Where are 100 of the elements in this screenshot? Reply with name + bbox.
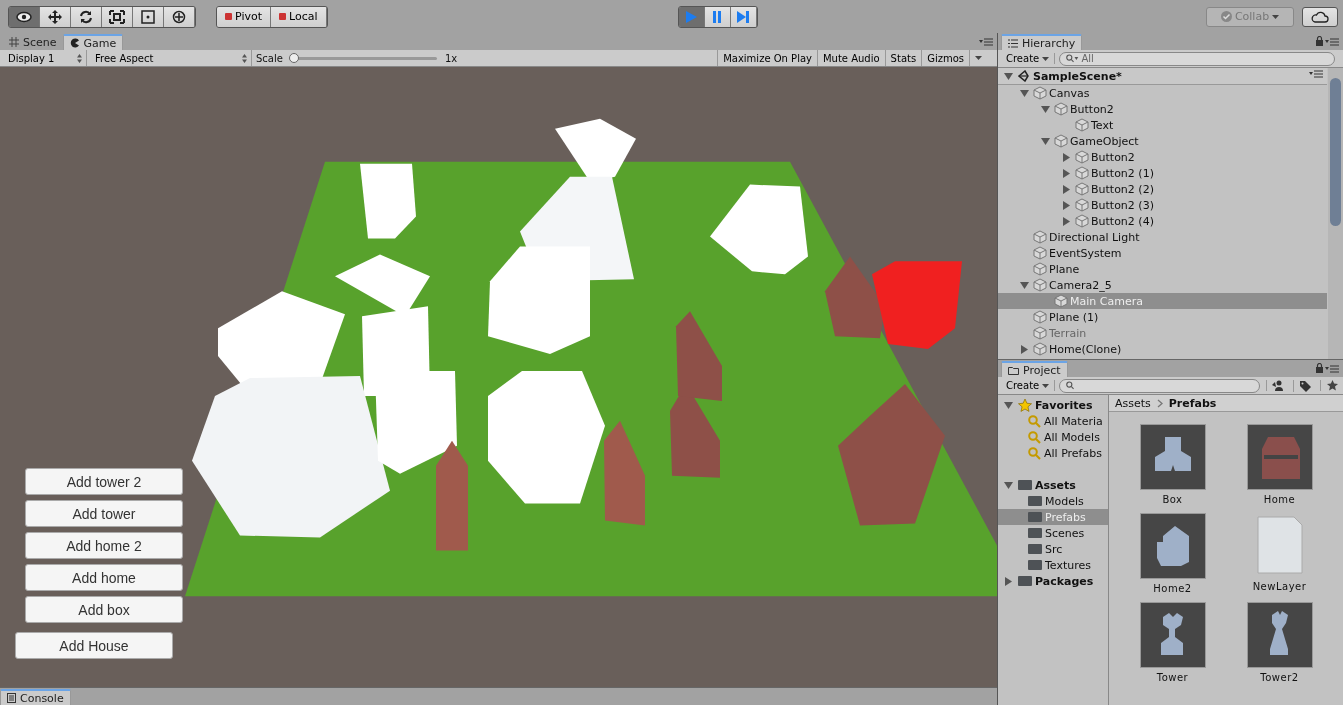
game-option-button[interactable]: Mute Audio [816, 50, 885, 66]
hierarchy-item[interactable]: Home(Clone) [998, 341, 1327, 357]
favorite-item[interactable]: All Prefabs [998, 445, 1108, 461]
hierarchy-item[interactable]: Plane (1) [998, 309, 1327, 325]
hierarchy-item[interactable]: GameObject [998, 133, 1327, 149]
breadcrumb-item[interactable]: Assets [1115, 396, 1151, 410]
hierarchy-item[interactable]: Camera2_5 [998, 277, 1327, 293]
display-dropdown[interactable]: Display 1 [0, 50, 87, 66]
hierarchy-item[interactable]: Button2 (4) [998, 213, 1327, 229]
hierarchy-item[interactable]: Button2 [998, 101, 1327, 117]
play-icon [684, 9, 699, 24]
game-option-button[interactable]: Stats [884, 50, 922, 66]
game-option-button[interactable]: Maximize On Play [717, 50, 817, 66]
folder-item[interactable]: Textures [998, 557, 1108, 573]
collapsed-arrow-icon[interactable] [1062, 216, 1071, 226]
star-icon[interactable] [1326, 380, 1338, 391]
expanded-arrow-icon[interactable] [1041, 104, 1050, 114]
hierarchy-item[interactable]: Canvas [998, 85, 1327, 101]
step-button[interactable] [730, 6, 757, 27]
pivot-button[interactable]: Pivot [217, 6, 271, 27]
tool-button[interactable] [71, 6, 102, 27]
tool-button[interactable] [40, 6, 71, 27]
hierarchy-item[interactable]: Button2 (3) [998, 197, 1327, 213]
favorites-item[interactable]: Favorites [998, 397, 1108, 413]
menu-icon[interactable] [979, 38, 993, 46]
lock-menu-icon[interactable] [1315, 36, 1339, 46]
expanded-arrow-icon[interactable] [1020, 88, 1029, 98]
tool-button[interactable] [133, 6, 164, 27]
scale-slider[interactable] [288, 56, 437, 60]
search-field[interactable] [1059, 378, 1260, 393]
collapsed-arrow-icon[interactable] [1062, 152, 1071, 162]
list-icon [1008, 38, 1018, 48]
hierarchy-item[interactable]: Text [998, 117, 1327, 133]
scrollbar-thumb[interactable] [1330, 78, 1341, 226]
hierarchy-item[interactable]: Button2 (2) [998, 181, 1327, 197]
asset-item[interactable]: NewLayer [1226, 513, 1333, 594]
expanded-arrow-icon[interactable] [1004, 480, 1013, 490]
collapsed-arrow-icon[interactable] [1062, 168, 1071, 178]
asset-item[interactable]: Tower2 [1226, 602, 1333, 683]
caret-icon [975, 56, 982, 60]
scale-value: 1x [444, 52, 458, 64]
favorite-item[interactable]: All Models [998, 429, 1108, 445]
slider-thumb[interactable] [288, 52, 299, 63]
game-ui-button[interactable]: Add House [15, 632, 173, 659]
breadcrumb-item[interactable]: Prefabs [1168, 396, 1217, 410]
favorite-item[interactable]: All Materia [998, 413, 1108, 429]
packages-folder[interactable]: Packages [998, 573, 1108, 589]
collapsed-arrow-icon[interactable] [1062, 200, 1071, 210]
pacman-icon [69, 38, 80, 48]
expanded-arrow-icon[interactable] [1020, 280, 1029, 290]
collapsed-arrow-icon[interactable] [1020, 344, 1029, 354]
hierarchy-item[interactable]: Directional Light [998, 229, 1327, 245]
local-button[interactable]: Local [271, 6, 327, 27]
panel-tab[interactable]: Game [62, 34, 124, 50]
expanded-arrow-icon[interactable] [1004, 71, 1013, 81]
tool-button[interactable] [164, 6, 195, 27]
folder-item[interactable]: Scenes [998, 525, 1108, 541]
game-ui-button[interactable]: Add home 2 [25, 532, 183, 559]
menu-icon[interactable] [1309, 70, 1323, 78]
filter-by-type-icon[interactable] [1272, 380, 1284, 391]
tool-button[interactable] [9, 6, 40, 27]
assets-folder[interactable]: Assets [998, 477, 1108, 493]
project-tab[interactable]: Project [1001, 361, 1068, 377]
expanded-arrow-icon[interactable] [1004, 400, 1013, 410]
create-dropdown[interactable]: Create [1001, 53, 1056, 64]
game-ui-button[interactable]: Add box [25, 596, 183, 623]
create-dropdown[interactable]: Create [1001, 380, 1056, 391]
console-tab[interactable]: Console [0, 689, 71, 705]
asset-item[interactable]: Home [1226, 424, 1333, 505]
aspect-dropdown[interactable]: Free Aspect [87, 50, 252, 66]
expanded-arrow-icon[interactable] [1041, 136, 1050, 146]
game-option-button[interactable]: Gizmos [921, 50, 969, 66]
search-field[interactable]: All [1059, 51, 1335, 66]
game-ui-button[interactable]: Add tower 2 [25, 468, 183, 495]
asset-item[interactable]: Tower [1119, 602, 1226, 683]
search-icon [1028, 414, 1041, 428]
cloud-button[interactable] [1302, 6, 1338, 27]
folder-item[interactable]: Models [998, 493, 1108, 509]
search-icon [1066, 54, 1080, 63]
folder-icon [1018, 480, 1032, 490]
hierarchy-tab[interactable]: Hierarchy [1001, 34, 1083, 50]
collapsed-arrow-icon[interactable] [1004, 576, 1013, 586]
hierarchy-item[interactable]: Plane [998, 261, 1327, 277]
pause-button[interactable] [704, 6, 731, 27]
hierarchy-item[interactable]: Button2 (1) [998, 165, 1327, 181]
folder-item[interactable]: Src [998, 541, 1108, 557]
game-ui-button[interactable]: Add home [25, 564, 183, 591]
asset-thumbnail [1139, 602, 1206, 668]
caret-icon [1042, 56, 1050, 61]
asset-item[interactable]: Box [1119, 424, 1226, 505]
lock-menu-icon[interactable] [1315, 363, 1339, 373]
panel-tab[interactable]: Scene [3, 34, 63, 50]
tool-button[interactable] [102, 6, 133, 27]
collapsed-arrow-icon[interactable] [1062, 184, 1071, 194]
hierarchy-item[interactable]: Button2 [998, 149, 1327, 165]
asset-item[interactable]: Home2 [1119, 513, 1226, 594]
game-ui-button[interactable]: Add tower [25, 500, 183, 527]
hierarchy-item[interactable]: EventSystem [998, 245, 1327, 261]
scrollbar[interactable] [1328, 68, 1343, 359]
tag-icon[interactable] [1299, 379, 1311, 392]
